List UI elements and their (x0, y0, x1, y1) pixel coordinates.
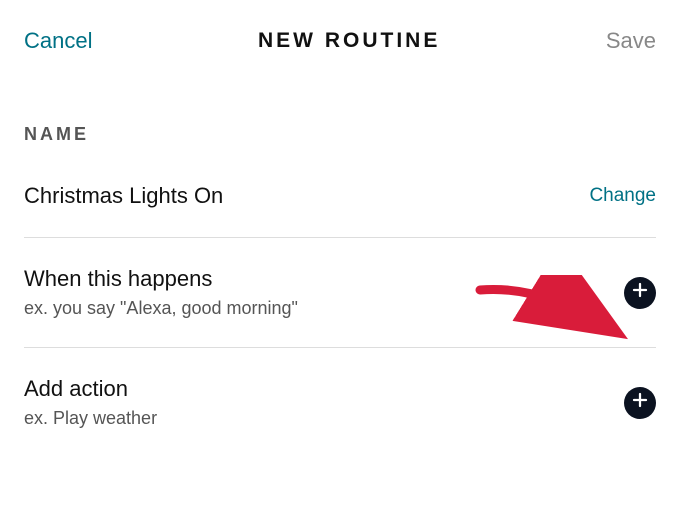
plus-icon (631, 281, 649, 304)
header-bar: Cancel NEW ROUTINE Save (0, 0, 680, 74)
when-row-title: When this happens (24, 266, 298, 292)
save-button[interactable]: Save (606, 28, 656, 54)
when-this-happens-row[interactable]: When this happens ex. you say "Alexa, go… (24, 238, 656, 348)
when-row-body: When this happens ex. you say "Alexa, go… (24, 266, 298, 319)
page-title: NEW ROUTINE (258, 29, 440, 53)
cancel-button[interactable]: Cancel (24, 28, 92, 54)
routine-name-value: Christmas Lights On (24, 183, 223, 209)
add-trigger-button[interactable] (624, 277, 656, 309)
add-action-button[interactable] (624, 387, 656, 419)
action-row-subtitle: ex. Play weather (24, 408, 157, 429)
add-action-row[interactable]: Add action ex. Play weather (24, 348, 656, 429)
routine-name-row: Christmas Lights On Change (24, 155, 656, 238)
action-row-title: Add action (24, 376, 157, 402)
plus-icon (631, 391, 649, 414)
name-section-label: NAME (0, 74, 680, 155)
action-row-body: Add action ex. Play weather (24, 376, 157, 429)
change-name-link[interactable]: Change (589, 185, 656, 207)
when-row-subtitle: ex. you say "Alexa, good morning" (24, 298, 298, 319)
